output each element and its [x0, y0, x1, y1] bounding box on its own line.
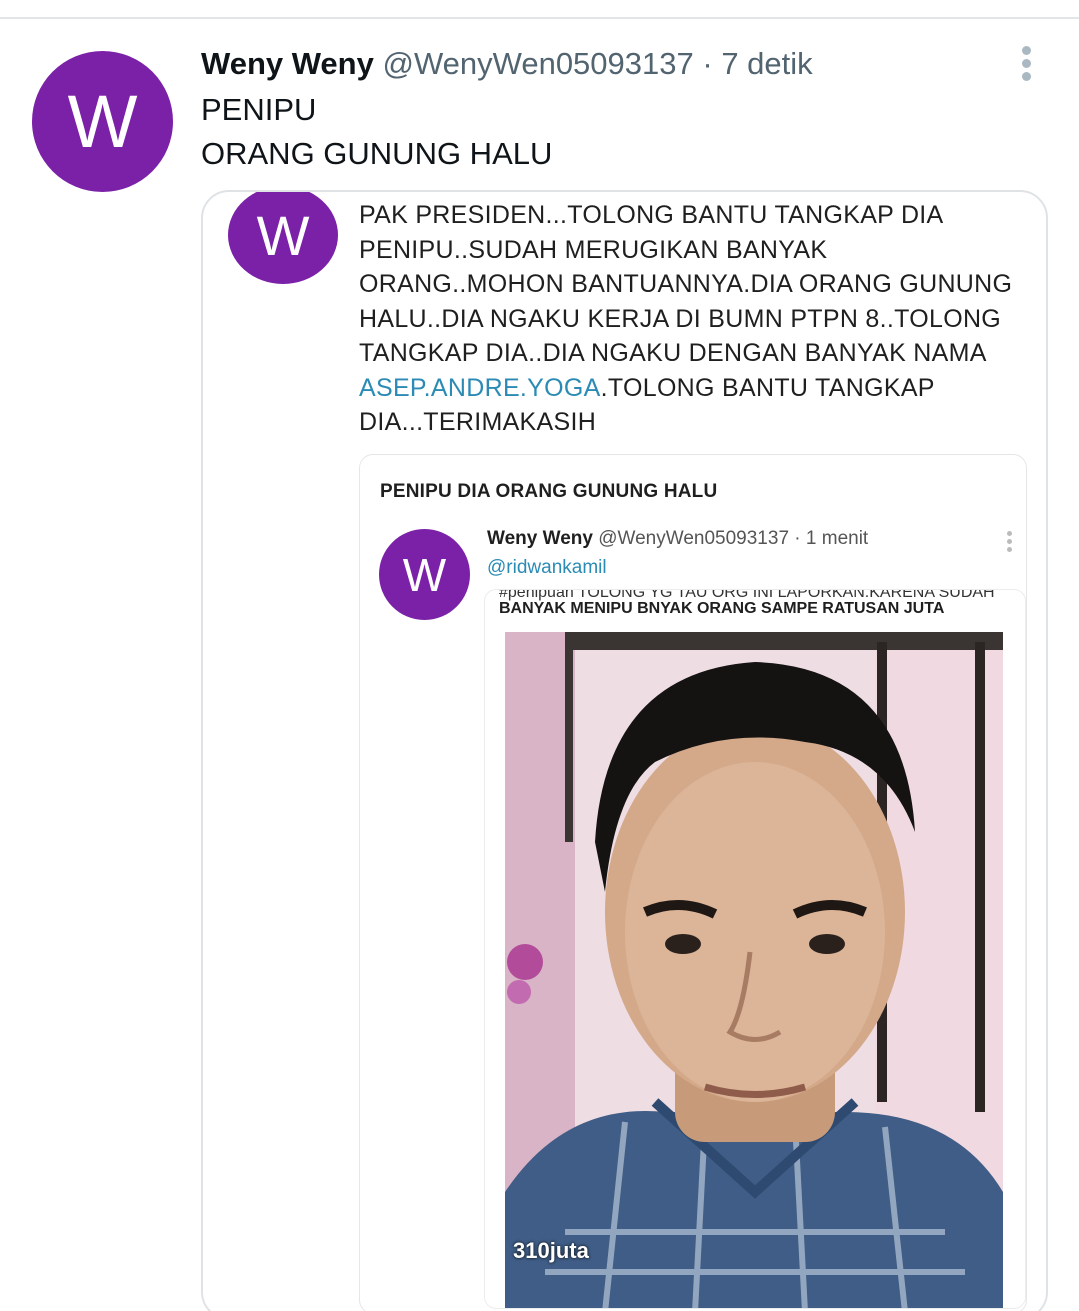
- separator-dot: ·: [702, 46, 713, 81]
- tweet-timestamp[interactable]: 7 detik: [721, 46, 812, 81]
- tweet-header: Weny Weny @WenyWen05093137 · 7 detik: [201, 44, 813, 84]
- nested-separator: ·: [794, 528, 801, 549]
- author-name[interactable]: Weny Weny: [201, 46, 374, 81]
- screenshot-tweet-text: PAK PRESIDEN...TOLONG BANTU TANGKAP DIA …: [359, 198, 1039, 440]
- nested-timestamp: 1 menit: [805, 528, 869, 549]
- nested-title: PENIPU DIA ORANG GUNUNG HALU: [380, 481, 718, 502]
- person-photo: 310juta: [505, 632, 1003, 1308]
- photo-overlay-label: 310juta: [513, 1238, 589, 1263]
- screenshot-avatar: W: [228, 192, 338, 284]
- screenshot-name-link: ASEP.ANDRE.YOGA: [359, 373, 601, 402]
- nested-more-icon: [1006, 529, 1014, 555]
- tweet-text-line: PENIPU: [201, 92, 317, 127]
- author-avatar[interactable]: W: [32, 51, 173, 192]
- more-options-icon[interactable]: [1012, 42, 1042, 86]
- nested-author-name: Weny Weny: [487, 528, 593, 549]
- nested-avatar: W: [379, 529, 470, 620]
- nested-mention: @ridwankamil: [487, 557, 607, 578]
- avatar-letter: W: [256, 203, 310, 267]
- tweet-text-line: ORANG GUNUNG HALU: [201, 136, 553, 171]
- author-handle[interactable]: @WenyWen05093137: [382, 46, 693, 81]
- nested-header: Weny Weny @WenyWen05093137 · 1 menit: [487, 528, 868, 550]
- person-photo-illustration: [505, 632, 1003, 1308]
- top-divider: [0, 17, 1079, 19]
- screenshot-text-before: PAK PRESIDEN...TOLONG BANTU TANGKAP DIA …: [359, 201, 1013, 367]
- nested-author-handle: @WenyWen05093137: [598, 528, 790, 549]
- nested-photo-card: #penipuan TOLONG YG TAU ORG INI LAPORKAN…: [484, 589, 1026, 1309]
- tweet-media-image[interactable]: W PAK PRESIDEN...TOLONG BANTU TANGKAP DI…: [201, 190, 1048, 1311]
- avatar-letter: W: [402, 548, 447, 601]
- nested-quoted-screenshot: PENIPU DIA ORANG GUNUNG HALU W Weny Weny…: [359, 454, 1027, 1311]
- avatar-letter: W: [67, 80, 138, 163]
- nested-caption: BANYAK MENIPU BNYAK ORANG SAMPE RATUSAN …: [499, 600, 945, 617]
